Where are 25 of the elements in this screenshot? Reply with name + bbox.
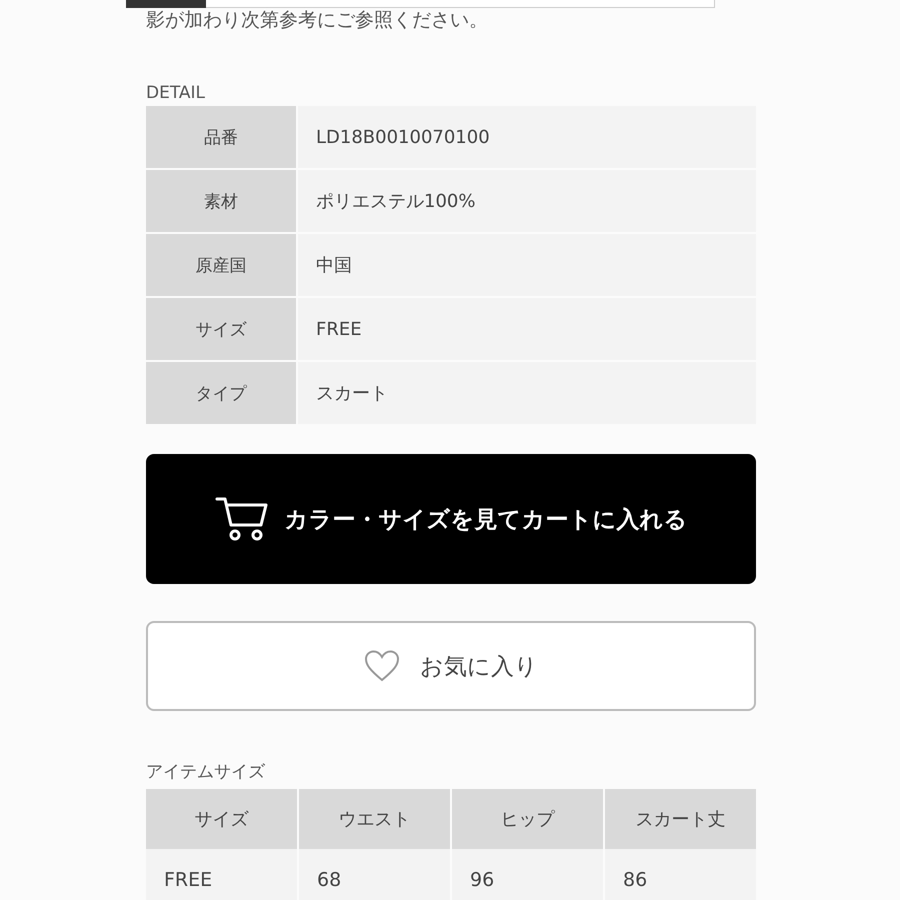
cart-icon (214, 495, 268, 543)
heart-icon (364, 650, 400, 682)
table-cell: 96 (452, 849, 603, 900)
table-header-cell: 品番 (146, 106, 298, 168)
notice-text: 影が加わり次第参考にご参照ください。 (146, 8, 489, 32)
table-header-cell: タイプ (146, 362, 298, 424)
table-cell: 68 (299, 849, 450, 900)
table-cell: ポリエステル100% (298, 170, 756, 232)
table-header-cell: 原産国 (146, 234, 298, 296)
table-cell: 86 (605, 849, 756, 900)
table-header-cell: ヒップ (452, 789, 603, 849)
table-header-cell: サイズ (146, 789, 297, 849)
section-title: DETAIL (146, 82, 206, 104)
table-header-cell: スカート丈 (605, 789, 756, 849)
table-cell: スカート (298, 362, 756, 424)
table-cell: FREE (298, 298, 756, 360)
favorite-button[interactable]: お気に入り (146, 621, 756, 711)
table-header-cell: サイズ (146, 298, 298, 360)
table-header-cell: ウエスト (299, 789, 450, 849)
section-title: アイテムサイズ (146, 761, 266, 783)
add-to-cart-button[interactable]: カラー・サイズを見てカートに入れる (146, 454, 756, 584)
table-header-cell: 素材 (146, 170, 298, 232)
table-cell: 中国 (298, 234, 756, 296)
table-cell: FREE (146, 849, 297, 900)
table-cell: LD18B0010070100 (298, 106, 756, 168)
